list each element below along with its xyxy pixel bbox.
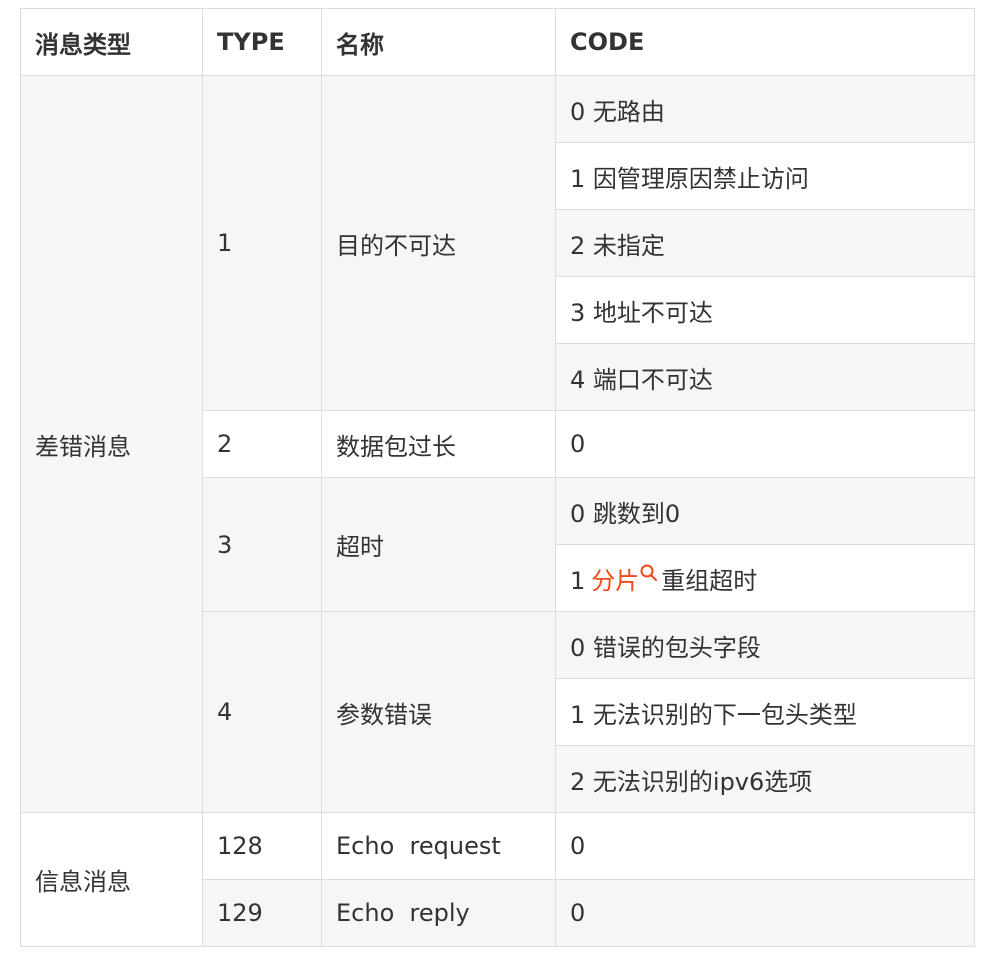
- icmp-message-table: 消息类型 TYPE 名称 CODE 差错消息 1 目的不可达 0 无路由 1 因…: [20, 8, 975, 947]
- code-number: 1: [570, 566, 586, 595]
- name-cell: 超时: [321, 477, 556, 612]
- header-type: TYPE: [202, 8, 322, 76]
- type-cell: 4: [202, 611, 322, 813]
- code-cell: 0: [555, 410, 975, 478]
- name-cell: Echo reply: [321, 879, 556, 947]
- code-cell: 0 跳数到0: [555, 477, 975, 545]
- code-cell: 1 分片 重组超时: [555, 544, 975, 612]
- code-cell: 0 错误的包头字段: [555, 611, 975, 679]
- code-cell: 0: [555, 879, 975, 947]
- table-header-row: 消息类型 TYPE 名称 CODE: [20, 8, 975, 76]
- code-cell: 0: [555, 812, 975, 880]
- code-cell: 1 无法识别的下一包头类型: [555, 678, 975, 746]
- name-cell: 目的不可达: [321, 75, 556, 411]
- type-cell: 2: [202, 410, 322, 478]
- code-cell: 4 端口不可达: [555, 343, 975, 411]
- group-error-messages: 差错消息: [20, 75, 203, 813]
- type-cell: 3: [202, 477, 322, 612]
- code-text: 重组超时: [661, 566, 758, 595]
- code-cell: 2 未指定: [555, 209, 975, 277]
- name-cell: 参数错误: [321, 611, 556, 813]
- type-cell: 1: [202, 75, 322, 411]
- code-cell: 1 因管理原因禁止访问: [555, 142, 975, 210]
- code-cell: 3 地址不可达: [555, 276, 975, 344]
- header-code: CODE: [555, 8, 975, 76]
- type-cell: 129: [202, 879, 322, 947]
- fragment-link[interactable]: 分片: [591, 567, 639, 595]
- code-cell: 0 无路由: [555, 75, 975, 143]
- name-cell: Echo request: [321, 812, 556, 880]
- header-message-type: 消息类型: [20, 8, 203, 76]
- code-cell: 2 无法识别的ipv6选项: [555, 745, 975, 813]
- name-cell: 数据包过长: [321, 410, 556, 478]
- search-icon[interactable]: [639, 563, 659, 583]
- table-row: 信息消息 128 Echo request 0: [20, 812, 975, 947]
- header-name: 名称: [321, 8, 556, 76]
- type-cell: 128: [202, 812, 322, 880]
- group-info-messages: 信息消息: [20, 812, 203, 947]
- table-row: 差错消息 1 目的不可达 0 无路由: [20, 75, 975, 813]
